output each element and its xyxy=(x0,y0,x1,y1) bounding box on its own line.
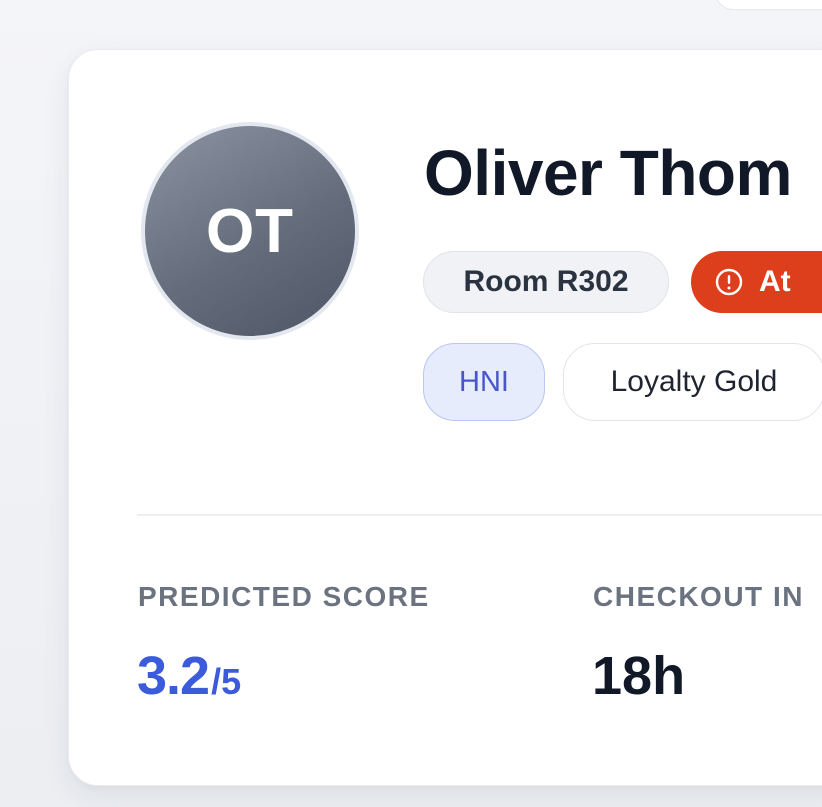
avatar-initials: OT xyxy=(205,196,295,266)
predicted-score-value: 3.2/5 xyxy=(137,645,241,707)
predicted-score-number: 3.2 xyxy=(137,646,210,706)
loyalty-tag[interactable]: Loyalty Gold xyxy=(563,343,822,421)
checkout-value: 18h xyxy=(592,646,686,706)
alert-circle-icon xyxy=(715,268,743,296)
room-badge: Room R302 xyxy=(423,251,669,313)
segment-tag-label: HNI xyxy=(459,365,509,398)
room-badge-label: Room R302 xyxy=(463,265,629,298)
guest-name: Oliver Thom xyxy=(424,137,792,209)
background-panel-edge xyxy=(715,0,822,10)
segment-tag-hni[interactable]: HNI xyxy=(423,343,545,421)
predicted-score-scale: /5 xyxy=(211,661,242,702)
risk-status-label: At xyxy=(759,265,791,298)
section-divider xyxy=(137,514,822,516)
screen: OT Oliver Thom Room R302 At HNI Loyalty … xyxy=(0,0,822,807)
risk-status-badge: At xyxy=(691,251,822,313)
predicted-score-label: PREDICTED SCORE xyxy=(138,581,430,612)
avatar: OT xyxy=(141,122,359,340)
loyalty-tag-label: Loyalty Gold xyxy=(610,365,778,398)
checkout-label: CHECKOUT IN xyxy=(593,581,804,612)
guest-profile-card: OT Oliver Thom Room R302 At HNI Loyalty … xyxy=(68,49,822,786)
